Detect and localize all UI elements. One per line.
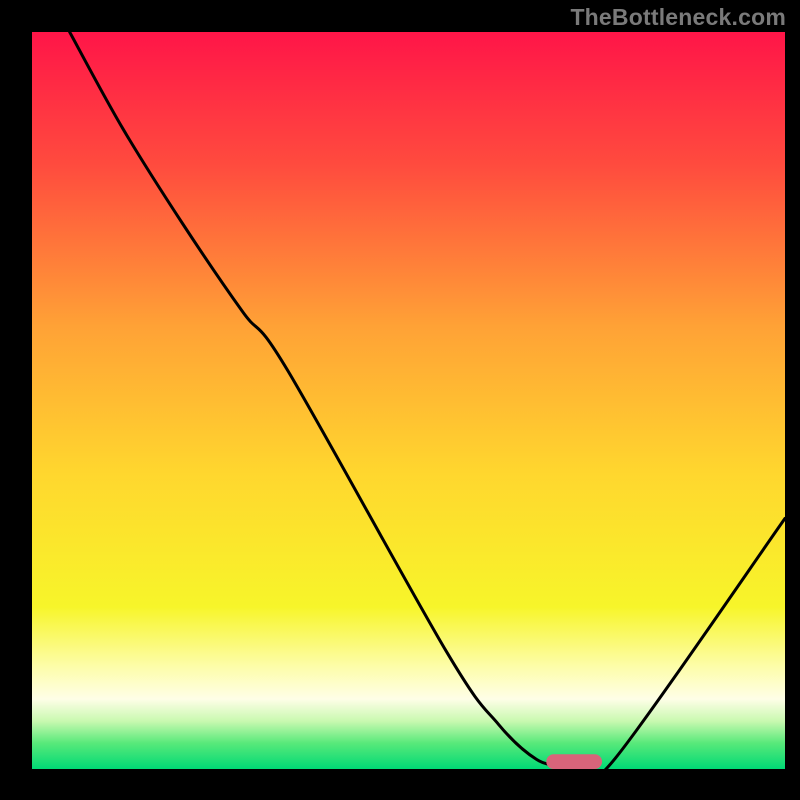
chart-background: [32, 32, 785, 769]
chart-wrapper: { "watermark": "TheBottleneck.com", "cha…: [0, 0, 800, 800]
watermark-text: TheBottleneck.com: [570, 4, 786, 31]
bottleneck-chart: [0, 0, 800, 800]
optimal-marker: [546, 754, 602, 769]
